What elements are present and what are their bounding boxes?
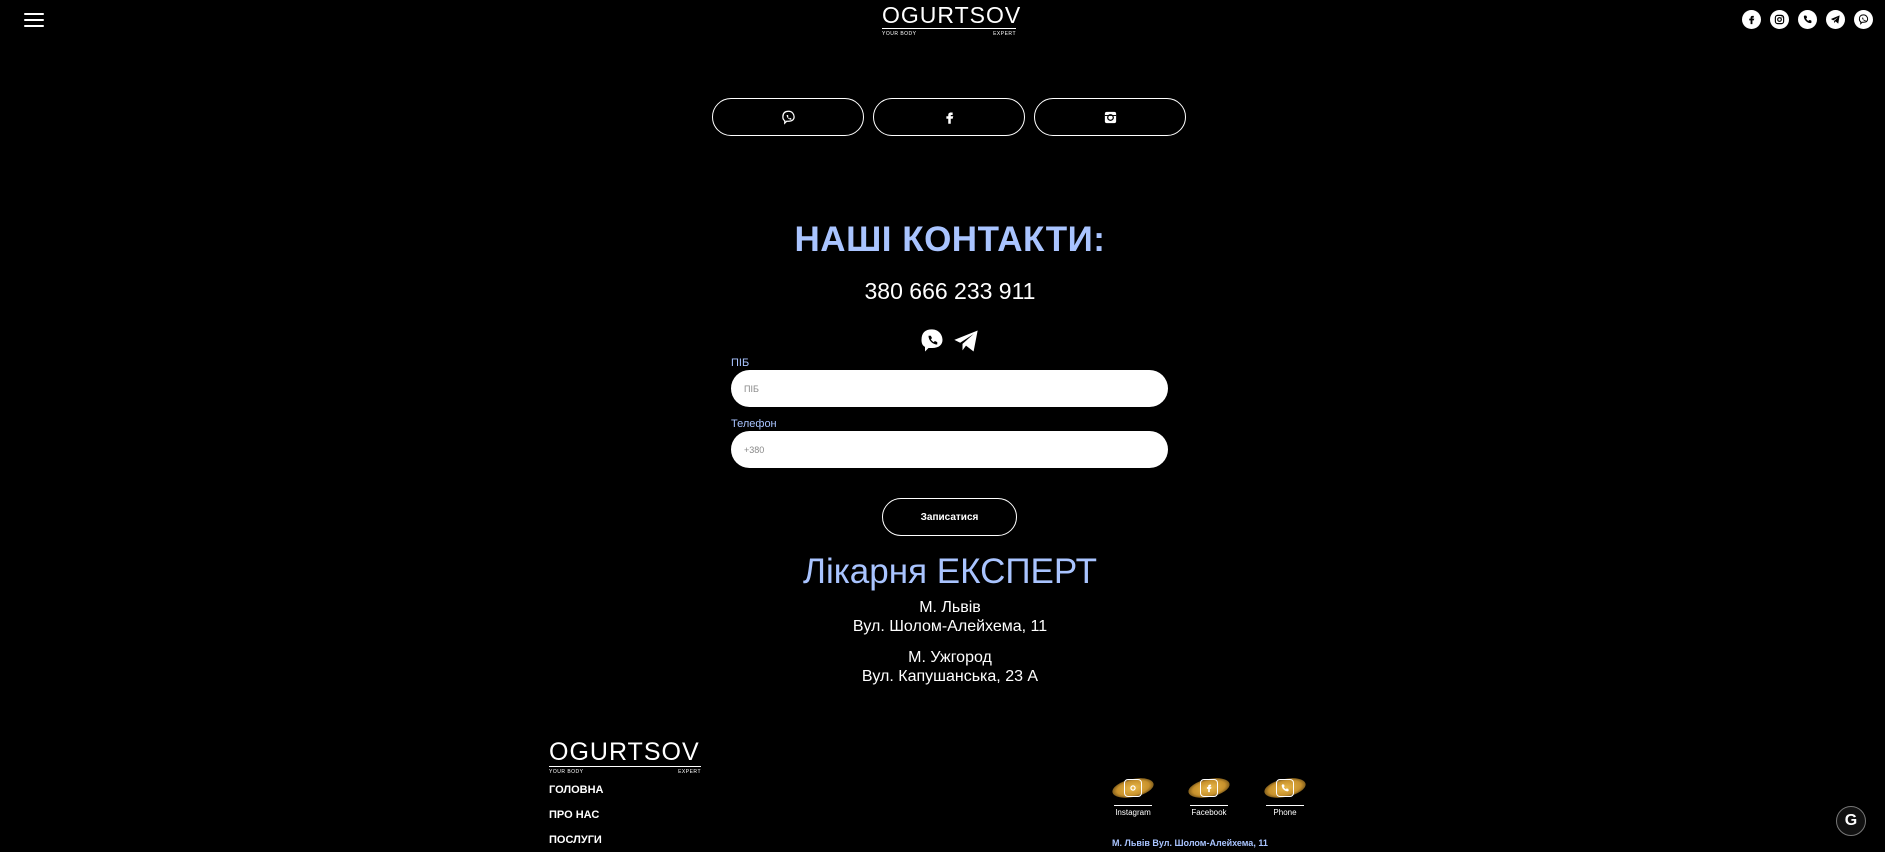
- address-city: М. Ужгород: [908, 649, 992, 666]
- footer-social-links: Instagram Facebook Phone: [1110, 774, 1308, 817]
- telegram-icon[interactable]: [1826, 10, 1845, 29]
- logo-wordmark: OGURTSOV: [882, 2, 1022, 29]
- address-city: М. Львів: [919, 599, 981, 616]
- menu-icon[interactable]: [24, 13, 44, 27]
- contact-pill-buttons: [712, 98, 1186, 136]
- footer-social-label: Phone: [1273, 808, 1297, 817]
- footer-nav-services[interactable]: ПОСЛУГИ: [549, 834, 603, 846]
- footer-address: М. Львів Вул. Шолом-Алейхема, 11: [1112, 838, 1268, 848]
- site-logo[interactable]: OGURTSOV YOUR BODY EXPERT: [882, 2, 1022, 37]
- name-input[interactable]: [731, 370, 1168, 407]
- viber-icon[interactable]: [1854, 10, 1873, 29]
- footer-nav: ГОЛОВНА ПРО НАС ПОСЛУГИ: [549, 784, 603, 852]
- address-block: М. Ужгород Вул. Капушанська, 23 А: [0, 648, 1885, 686]
- footer-social-label: Facebook: [1191, 808, 1227, 817]
- viber-icon[interactable]: [918, 327, 946, 355]
- phone-input[interactable]: [731, 431, 1168, 468]
- logo-tagline-left: YOUR BODY: [882, 31, 917, 37]
- footer-social-label: Instagram: [1115, 808, 1151, 817]
- footer-phone-link[interactable]: Phone: [1262, 774, 1308, 817]
- logo-tagline-left: YOUR BODY: [549, 769, 584, 775]
- facebook-icon: [1200, 779, 1218, 797]
- contacts-title: НАШІ КОНТАКТИ:: [794, 220, 1106, 259]
- address-block: М. Львів Вул. Шолом-Алейхема, 11: [0, 598, 1885, 636]
- messenger-links: [918, 327, 980, 355]
- phone-icon[interactable]: [1798, 10, 1817, 29]
- facebook-button[interactable]: [873, 98, 1025, 136]
- clinic-title: Лікарня ЕКСПЕРТ: [802, 552, 1098, 591]
- viber-icon: [781, 110, 795, 125]
- name-field-label: ПІБ: [731, 357, 750, 369]
- facebook-icon: [945, 112, 953, 124]
- instagram-icon: [1124, 779, 1142, 797]
- instagram-icon: [1104, 111, 1116, 123]
- contact-phone-number[interactable]: 380 666 233 911: [0, 278, 1885, 305]
- footer-facebook-link[interactable]: Facebook: [1186, 774, 1232, 817]
- logo-tagline-right: EXPERT: [678, 769, 701, 775]
- instagram-button[interactable]: [1034, 98, 1186, 136]
- phone-field-label: Телефон: [731, 418, 777, 430]
- instagram-icon[interactable]: [1770, 10, 1789, 29]
- header-social-links: [1742, 10, 1873, 29]
- footer-nav-home[interactable]: ГОЛОВНА: [549, 784, 603, 796]
- footer-logo[interactable]: OGURTSOV YOUR BODY EXPERT: [549, 740, 701, 775]
- footer-instagram-link[interactable]: Instagram: [1110, 774, 1156, 817]
- viber-button[interactable]: [712, 98, 864, 136]
- facebook-icon[interactable]: [1742, 10, 1761, 29]
- phone-icon: [1276, 779, 1294, 797]
- footer-nav-about[interactable]: ПРО НАС: [549, 809, 603, 821]
- logo-wordmark: OGURTSOV: [549, 738, 701, 767]
- logo-tagline-right: EXPERT: [993, 31, 1016, 37]
- address-street: Вул. Шолом-Алейхема, 11: [852, 618, 1048, 635]
- telegram-icon[interactable]: [952, 327, 980, 355]
- address-street: Вул. Капушанська, 23 А: [861, 668, 1039, 685]
- floating-widget-icon[interactable]: G: [1836, 806, 1866, 836]
- submit-button[interactable]: Записатися: [882, 498, 1017, 536]
